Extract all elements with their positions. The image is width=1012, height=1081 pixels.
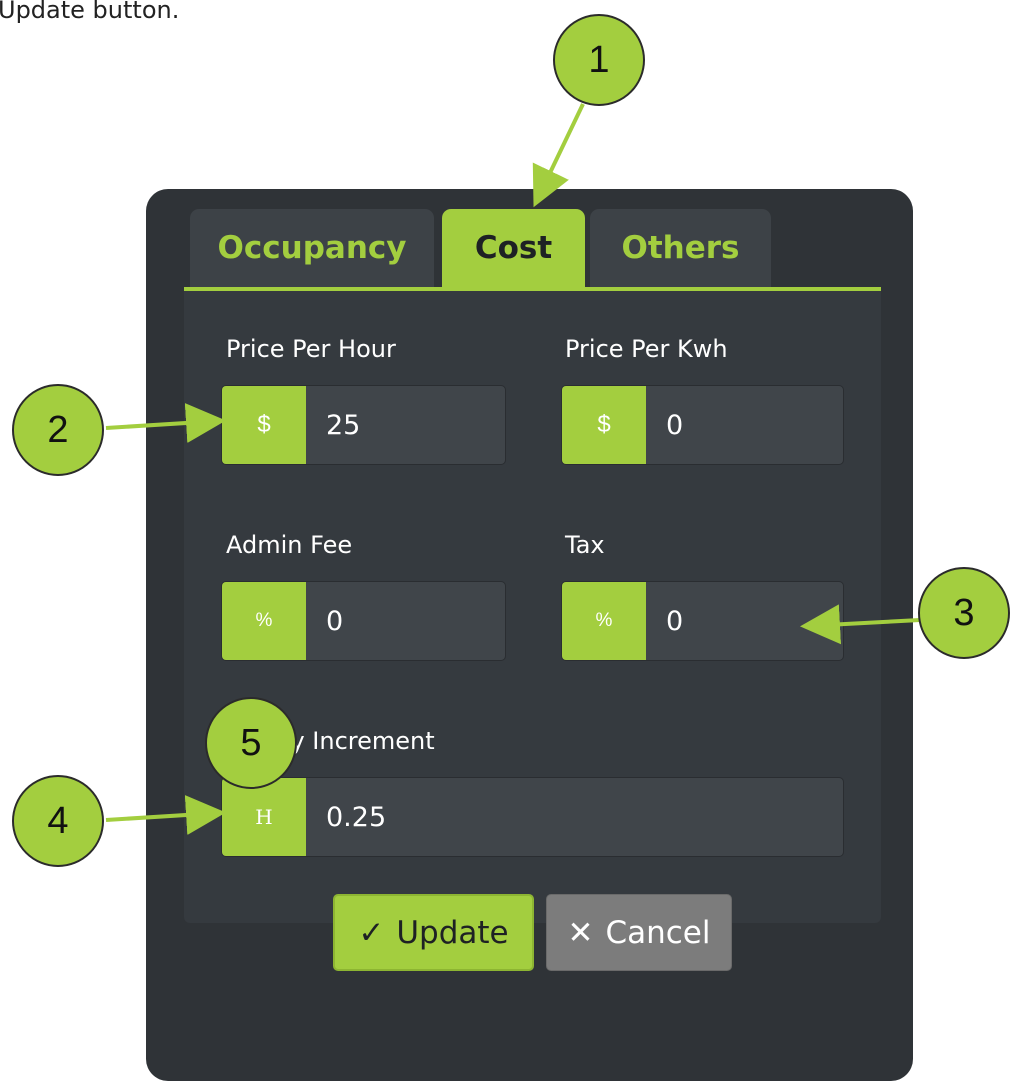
dollar-prefix: $ bbox=[222, 386, 306, 464]
cancel-button-label: Cancel bbox=[605, 914, 711, 951]
price-per-hour-input[interactable] bbox=[306, 386, 505, 464]
update-button[interactable]: ✓ Update bbox=[333, 894, 534, 971]
tax-input[interactable] bbox=[646, 582, 843, 660]
price-per-kwh-label: Price Per Kwh bbox=[565, 335, 728, 363]
close-icon: ✕ bbox=[567, 914, 594, 951]
price-per-kwh-field: $ bbox=[561, 385, 844, 465]
tab-content-cost: Price Per Hour $ Price Per Kwh $ Admin F… bbox=[184, 291, 881, 923]
hourly-increment-input[interactable] bbox=[306, 778, 843, 856]
update-button-label: Update bbox=[396, 914, 509, 951]
cancel-button[interactable]: ✕ Cancel bbox=[546, 894, 732, 971]
percent-prefix: % bbox=[562, 582, 646, 660]
admin-fee-input[interactable] bbox=[306, 582, 505, 660]
admin-fee-field: % bbox=[221, 581, 506, 661]
callout-5: 5 bbox=[205, 697, 297, 789]
price-per-hour-label: Price Per Hour bbox=[226, 335, 396, 363]
arrow-1 bbox=[532, 103, 585, 208]
callout-1: 1 bbox=[553, 14, 645, 106]
cost-settings-panel: Occupancy Cost Others Price Per Hour $ P… bbox=[146, 189, 913, 1081]
price-per-hour-field: $ bbox=[221, 385, 506, 465]
caption-text: Update button. bbox=[0, 0, 180, 24]
callout-4: 4 bbox=[12, 775, 104, 867]
tab-others[interactable]: Others bbox=[590, 209, 771, 287]
admin-fee-label: Admin Fee bbox=[226, 531, 353, 559]
check-icon: ✓ bbox=[358, 914, 385, 951]
percent-prefix: % bbox=[222, 582, 306, 660]
dollar-prefix: $ bbox=[562, 386, 646, 464]
price-per-kwh-input[interactable] bbox=[646, 386, 843, 464]
tab-occupancy[interactable]: Occupancy bbox=[190, 209, 434, 287]
tax-field: % bbox=[561, 581, 844, 661]
tab-cost[interactable]: Cost bbox=[442, 209, 585, 287]
hourly-increment-field: H bbox=[221, 777, 844, 857]
tax-label: Tax bbox=[565, 531, 605, 559]
callout-2: 2 bbox=[12, 384, 104, 476]
callout-3: 3 bbox=[918, 567, 1010, 659]
hours-prefix: H bbox=[222, 778, 306, 856]
